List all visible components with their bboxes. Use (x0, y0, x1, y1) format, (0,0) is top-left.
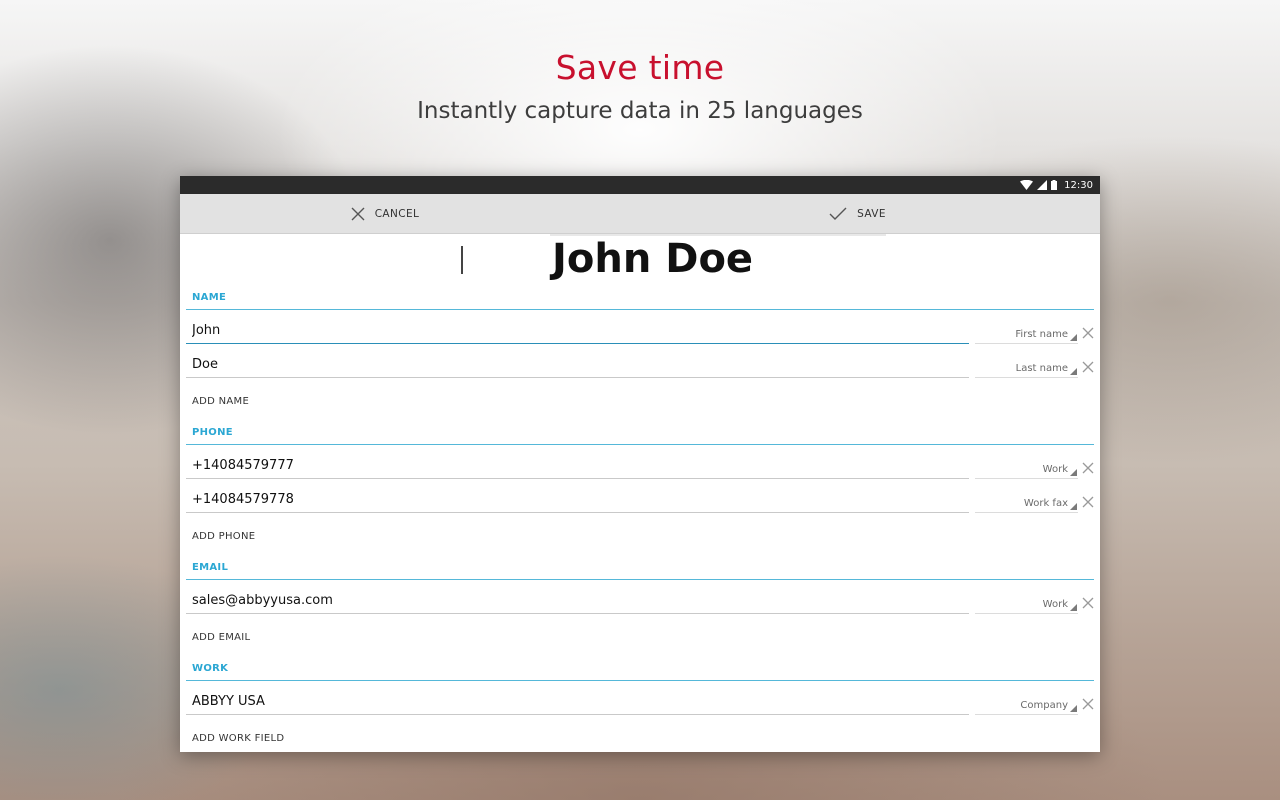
company-type-select[interactable]: Company (975, 695, 1078, 715)
add-email-link[interactable]: ADD EMAIL (192, 632, 250, 643)
phone-2-type-select[interactable]: Work fax (975, 493, 1078, 513)
battery-icon (1051, 180, 1058, 190)
hero-title: Save time (555, 48, 725, 87)
email-type-select[interactable]: Work (975, 594, 1078, 614)
email-type-label: Work (1042, 599, 1068, 610)
scan-fragment (461, 246, 463, 274)
hero-subtitle: Instantly capture data in 25 languages (417, 98, 863, 124)
dropdown-triangle-icon (1070, 368, 1077, 375)
status-bar: 12:30 (180, 176, 1100, 194)
company-field[interactable] (186, 689, 969, 715)
section-name: NAME (186, 288, 1094, 310)
dropdown-triangle-icon (1070, 469, 1077, 476)
section-phone-label: PHONE (192, 427, 233, 438)
section-phone: PHONE (186, 423, 1094, 445)
section-email: EMAIL (186, 558, 1094, 580)
dropdown-triangle-icon (1070, 705, 1077, 712)
dropdown-triangle-icon (1070, 503, 1077, 510)
scanned-name-text: John Doe (552, 236, 754, 282)
remove-company-icon[interactable] (1082, 698, 1094, 710)
first-name-type-select[interactable]: First name (975, 324, 1078, 344)
remove-phone-1-icon[interactable] (1082, 462, 1094, 474)
remove-email-icon[interactable] (1082, 597, 1094, 609)
phone-1-type-select[interactable]: Work (975, 459, 1078, 479)
section-work-label: WORK (192, 663, 229, 674)
close-icon (351, 207, 365, 220)
company-type-label: Company (1020, 700, 1068, 711)
section-name-label: NAME (192, 292, 227, 303)
add-phone-link[interactable]: ADD PHONE (192, 531, 255, 542)
section-work: WORK (186, 659, 1094, 681)
dropdown-triangle-icon (1070, 604, 1077, 611)
phone-field-2[interactable] (186, 487, 969, 513)
last-name-type-label: Last name (1015, 363, 1068, 374)
remove-first-name-icon[interactable] (1082, 327, 1094, 339)
section-email-label: EMAIL (192, 562, 229, 573)
remove-phone-2-icon[interactable] (1082, 496, 1094, 508)
remove-last-name-icon[interactable] (1082, 361, 1094, 373)
phone-2-type-label: Work fax (1023, 498, 1068, 509)
wifi-icon (1020, 180, 1034, 190)
last-name-type-select[interactable]: Last name (975, 358, 1078, 378)
save-button[interactable]: SAVE (829, 207, 886, 221)
last-name-field[interactable] (186, 352, 969, 378)
phone-field-1[interactable] (186, 453, 969, 479)
signal-icon (1037, 180, 1048, 190)
email-field[interactable] (186, 588, 969, 614)
save-label: SAVE (857, 207, 886, 220)
first-name-field[interactable] (186, 318, 969, 344)
tablet-screen: 12:30 CANCEL SAVE John Doe NAME First n (180, 176, 1100, 752)
cancel-label: CANCEL (374, 207, 420, 220)
scanned-image-strip: John Doe (180, 234, 1100, 288)
action-bar: CANCEL SAVE (180, 194, 1100, 234)
dropdown-triangle-icon (1070, 334, 1077, 341)
first-name-type-label: First name (1015, 329, 1068, 340)
clock: 12:30 (1064, 179, 1093, 191)
cancel-button[interactable]: CANCEL (351, 207, 420, 221)
check-icon (829, 207, 847, 220)
add-work-field-link[interactable]: ADD WORK FIELD (192, 733, 284, 744)
phone-1-type-label: Work (1042, 464, 1068, 475)
add-name-link[interactable]: ADD NAME (192, 396, 249, 407)
